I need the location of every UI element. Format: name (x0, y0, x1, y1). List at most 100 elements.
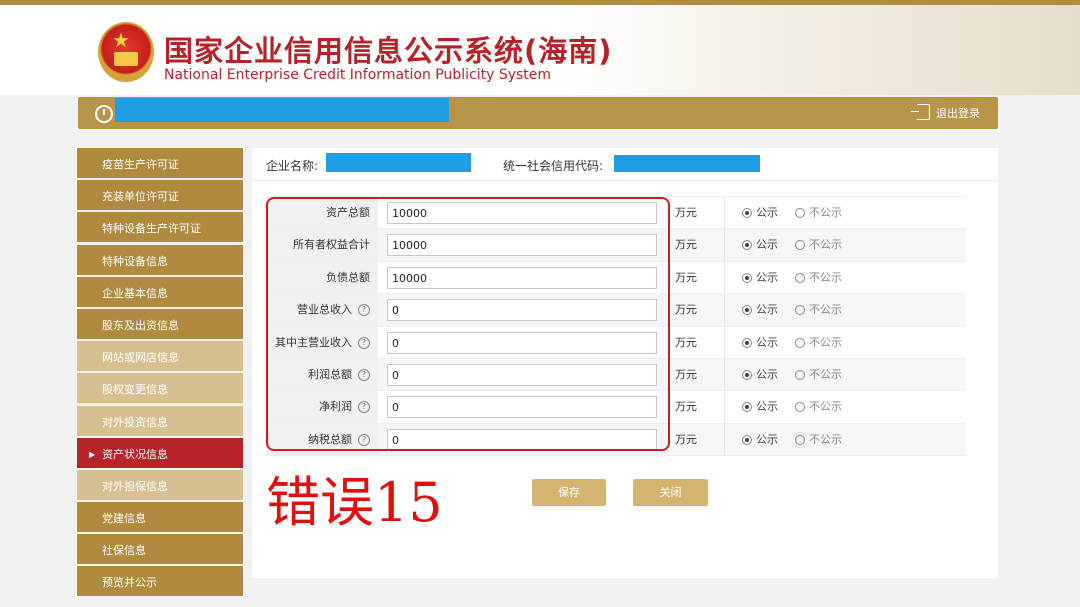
column-divider (724, 294, 725, 326)
public-radio[interactable]: 公示 (742, 229, 778, 261)
column-divider (724, 197, 725, 229)
column-divider (724, 358, 725, 391)
public-radio[interactable]: 公示 (742, 294, 778, 326)
private-radio[interactable]: 不公示 (795, 197, 842, 229)
private-radio[interactable]: 不公示 (795, 359, 842, 391)
radio-unselected-icon (795, 337, 805, 348)
unit-label: 万元 (675, 432, 697, 446)
redacted-user-info (115, 98, 449, 122)
private-radio-label: 不公示 (809, 400, 842, 414)
public-radio[interactable]: 公示 (742, 359, 778, 391)
mountain-background (560, 5, 1080, 95)
site-title-en: National Enterprise Credit Information P… (164, 67, 552, 83)
column-divider (724, 326, 725, 358)
radio-unselected-icon (795, 240, 805, 251)
public-radio[interactable]: 公示 (742, 262, 778, 294)
sidebar-item[interactable]: 对外担保信息 (77, 469, 243, 500)
private-radio[interactable]: 不公示 (795, 391, 842, 423)
private-radio[interactable]: 不公示 (795, 262, 842, 294)
radio-selected-icon (742, 402, 752, 413)
column-divider (724, 423, 725, 456)
radio-selected-icon (742, 240, 752, 251)
radio-selected-icon (742, 434, 752, 445)
public-radio-label: 公示 (756, 270, 778, 284)
sidebar-item[interactable]: 充装单位许可证 (77, 180, 243, 211)
radio-unselected-icon (795, 402, 805, 413)
private-radio[interactable]: 不公示 (795, 327, 842, 359)
sidebar-item-label: 股权变更信息 (102, 383, 168, 397)
radio-selected-icon (742, 337, 752, 348)
sidebar-item-label: 企业基本信息 (102, 286, 168, 300)
private-radio-label: 不公示 (809, 206, 842, 219)
sidebar-item-label: 预览并公示 (102, 576, 157, 590)
private-radio-label: 不公示 (809, 270, 842, 284)
sidebar-item-label: 对外投资信息 (102, 415, 168, 429)
sidebar-nav: 疫苗生产许可证 充装单位许可证特种设备生产许可证 特种设备信息 企业基本信息 股东及出资… (77, 148, 243, 599)
sidebar-item-label: 社保信息 (102, 544, 146, 558)
private-radio-label: 不公示 (809, 367, 842, 381)
radio-unselected-icon (795, 369, 805, 380)
redacted-credit-code (614, 155, 760, 172)
sidebar-item-label: 网站或网店信息 (102, 351, 179, 365)
public-radio[interactable]: 公示 (742, 391, 778, 423)
public-radio-label: 公示 (756, 303, 778, 317)
public-radio-label: 公示 (756, 400, 778, 414)
sidebar-item-label: 充装单位许可证 (102, 190, 179, 204)
private-radio[interactable]: 不公示 (795, 229, 842, 261)
sidebar-item[interactable]: 特种设备信息 (77, 244, 243, 275)
column-divider (724, 391, 725, 423)
radio-unselected-icon (795, 208, 805, 218)
sidebar-item[interactable]: 网站或网店信息 (77, 341, 243, 372)
public-radio-label: 公示 (756, 367, 778, 381)
sidebar-item[interactable]: 特种设备生产许可证 (77, 212, 243, 243)
private-radio-label: 不公示 (809, 303, 842, 317)
radio-selected-icon (742, 305, 752, 316)
radio-selected-icon (742, 208, 752, 218)
public-radio[interactable]: 公示 (742, 197, 778, 229)
radio-selected-icon (742, 272, 752, 283)
logout-icon[interactable] (911, 104, 930, 120)
public-radio[interactable]: 公示 (742, 424, 778, 456)
private-radio[interactable]: 不公示 (795, 424, 842, 456)
close-button[interactable]: 关闭 (633, 479, 708, 506)
sidebar-item-label: 疫苗生产许可证 (102, 158, 179, 171)
public-radio-label: 公示 (756, 335, 778, 349)
public-radio-label: 公示 (756, 238, 778, 252)
private-radio-label: 不公示 (809, 335, 842, 349)
unit-label: 万元 (675, 238, 697, 252)
sidebar-item-label: 特种设备信息 (102, 254, 168, 268)
site-title-cn: 国家企业信用信息公示系统(海南) (164, 34, 613, 68)
sidebar-item-label: 特种设备生产许可证 (102, 222, 201, 236)
sidebar-item-label: 党建信息 (102, 512, 146, 526)
radio-unselected-icon (795, 434, 805, 445)
public-radio-label: 公示 (756, 206, 778, 219)
credit-code-label: 统一社会信用代码: (503, 159, 604, 173)
unit-label: 万元 (675, 367, 697, 381)
sidebar-item-label: 股东及出资信息 (102, 318, 179, 332)
column-divider (724, 229, 725, 261)
company-name-label: 企业名称: (266, 159, 319, 173)
public-radio[interactable]: 公示 (742, 327, 778, 359)
sidebar-item[interactable]: 股权变更信息 (77, 373, 243, 404)
company-info-row: 企业名称: 统一社会信用代码: (252, 148, 998, 181)
sidebar-item[interactable]: 对外投资信息 (77, 405, 243, 436)
sidebar-item[interactable]: 预览并公示 (77, 566, 243, 597)
national-emblem-icon: ★ (98, 22, 154, 82)
unit-label: 万元 (675, 206, 697, 219)
error-highlight-box (266, 197, 670, 451)
sidebar-item-label: 对外担保信息 (102, 479, 168, 493)
error-annotation: 错误15 (266, 471, 443, 534)
sidebar-item[interactable]: 股东及出资信息 (77, 308, 243, 339)
site-header: ★ 国家企业信用信息公示系统(海南) National Enterprise C… (0, 5, 1080, 95)
logout-link[interactable]: 退出登录 (936, 105, 980, 121)
sidebar-item[interactable]: 企业基本信息 (77, 276, 243, 307)
sidebar-item[interactable]: 疫苗生产许可证 (77, 148, 243, 178)
private-radio[interactable]: 不公示 (795, 294, 842, 326)
sidebar-item[interactable]: 社保信息 (77, 534, 243, 565)
radio-unselected-icon (795, 272, 805, 283)
sidebar-item[interactable]: 资产状况信息 (77, 437, 243, 472)
save-button[interactable]: 保存 (532, 479, 606, 506)
unit-label: 万元 (675, 270, 697, 284)
sidebar-item[interactable]: 党建信息 (77, 502, 243, 533)
public-radio-label: 公示 (756, 432, 778, 446)
